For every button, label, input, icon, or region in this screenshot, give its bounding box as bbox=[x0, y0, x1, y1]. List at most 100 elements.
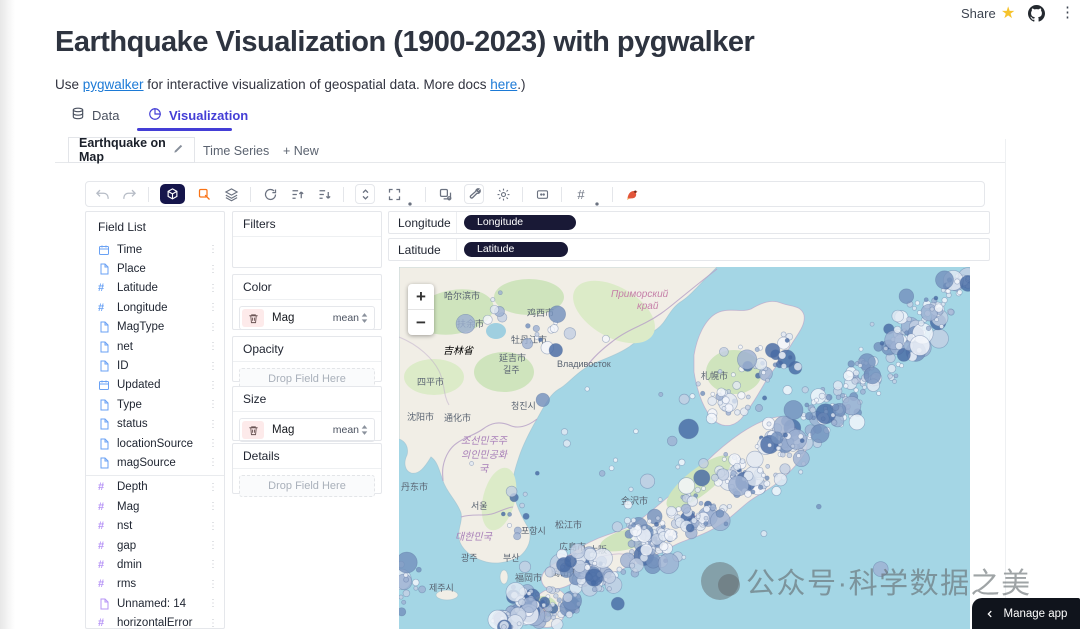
map-point[interactable] bbox=[747, 451, 764, 468]
map-point[interactable] bbox=[757, 467, 763, 473]
map-point[interactable] bbox=[523, 513, 529, 519]
map-point[interactable] bbox=[718, 400, 723, 405]
manage-app-button[interactable]: Manage app bbox=[972, 598, 1080, 629]
map-point[interactable] bbox=[611, 597, 624, 610]
map-point[interactable] bbox=[686, 524, 694, 532]
map-point[interactable] bbox=[696, 382, 700, 386]
map-point[interactable] bbox=[546, 586, 552, 592]
map-point[interactable] bbox=[734, 463, 741, 470]
field-item[interactable]: #dmin⋮ bbox=[86, 555, 224, 574]
map-point[interactable] bbox=[884, 346, 888, 350]
map-point[interactable] bbox=[893, 380, 897, 384]
map-point[interactable] bbox=[711, 474, 718, 481]
map-point[interactable] bbox=[797, 454, 801, 458]
field-item[interactable]: #Mag⋮ bbox=[86, 497, 224, 516]
map-point[interactable] bbox=[699, 501, 703, 505]
map-point[interactable] bbox=[907, 317, 912, 322]
map-point[interactable] bbox=[536, 393, 549, 406]
map-point[interactable] bbox=[802, 387, 808, 393]
field-menu-icon[interactable]: ⋮ bbox=[208, 341, 218, 352]
undo-icon[interactable] bbox=[94, 186, 110, 202]
map-point[interactable] bbox=[613, 458, 617, 462]
map-point[interactable] bbox=[832, 404, 839, 411]
map-point[interactable] bbox=[658, 498, 662, 502]
selection-mode-icon[interactable] bbox=[196, 186, 212, 202]
map-point[interactable] bbox=[699, 459, 709, 469]
map-point[interactable] bbox=[706, 413, 717, 424]
map-point[interactable] bbox=[682, 555, 686, 559]
map-point[interactable] bbox=[864, 367, 881, 384]
map-point[interactable] bbox=[746, 395, 750, 399]
map-point[interactable] bbox=[687, 496, 697, 506]
field-menu-icon[interactable]: ⋮ bbox=[208, 438, 218, 449]
map-point[interactable] bbox=[892, 310, 904, 322]
field-item[interactable]: Type⋮ bbox=[86, 395, 224, 414]
map-point[interactable] bbox=[918, 320, 924, 326]
map-point[interactable] bbox=[533, 325, 539, 331]
map-point[interactable] bbox=[762, 371, 766, 375]
map-point[interactable] bbox=[870, 322, 874, 326]
map-point[interactable] bbox=[751, 490, 755, 494]
map-point[interactable] bbox=[704, 522, 708, 526]
field-item[interactable]: Updated⋮ bbox=[86, 376, 224, 395]
map-point[interactable] bbox=[667, 436, 677, 446]
map-point[interactable] bbox=[724, 452, 728, 456]
map-point[interactable] bbox=[585, 565, 591, 571]
map-point[interactable] bbox=[783, 386, 792, 395]
map-point[interactable] bbox=[785, 338, 789, 342]
map-point[interactable] bbox=[758, 485, 763, 490]
map-point[interactable] bbox=[399, 608, 406, 616]
map-point[interactable] bbox=[414, 586, 418, 590]
map-point[interactable] bbox=[761, 531, 767, 537]
map-point[interactable] bbox=[399, 552, 417, 573]
github-icon[interactable] bbox=[1028, 5, 1045, 22]
map-point[interactable] bbox=[717, 388, 726, 397]
map-point[interactable] bbox=[888, 365, 896, 373]
map-point[interactable] bbox=[690, 394, 695, 399]
map-point[interactable] bbox=[788, 355, 792, 359]
size-field-pill[interactable]: Mag mean bbox=[239, 418, 375, 442]
map-point[interactable] bbox=[678, 478, 694, 494]
layers-icon[interactable] bbox=[223, 186, 239, 202]
map-point[interactable] bbox=[599, 471, 605, 477]
map-point[interactable] bbox=[628, 525, 632, 529]
field-item[interactable]: #gap⋮ bbox=[86, 536, 224, 555]
pygwalker-link[interactable]: pygwalker bbox=[83, 77, 144, 92]
map-point[interactable] bbox=[783, 433, 788, 438]
subtab-earthquake-on-map[interactable]: Earthquake on Map bbox=[68, 137, 195, 163]
map-point[interactable] bbox=[602, 335, 609, 342]
map-point[interactable] bbox=[779, 352, 786, 359]
map-point[interactable] bbox=[900, 364, 904, 368]
map-point[interactable] bbox=[585, 387, 589, 391]
field-menu-icon[interactable]: ⋮ bbox=[208, 521, 218, 532]
field-menu-icon[interactable]: ⋮ bbox=[208, 399, 218, 410]
map-point[interactable] bbox=[691, 518, 697, 524]
map-point[interactable] bbox=[526, 324, 531, 329]
star-icon[interactable]: ★ bbox=[1001, 3, 1015, 23]
map-point[interactable] bbox=[936, 271, 954, 289]
map-point[interactable] bbox=[573, 593, 577, 597]
map-point[interactable] bbox=[555, 588, 559, 592]
map-point[interactable] bbox=[545, 567, 555, 577]
map-point[interactable] bbox=[841, 394, 845, 398]
map-point[interactable] bbox=[399, 595, 403, 599]
field-menu-icon[interactable]: ⋮ bbox=[208, 598, 218, 609]
zoom-out-button[interactable]: − bbox=[408, 310, 434, 335]
map-point[interactable] bbox=[498, 291, 502, 295]
color-aggregation-select[interactable]: mean bbox=[333, 312, 372, 324]
map-point[interactable] bbox=[877, 391, 881, 395]
map-point[interactable] bbox=[539, 338, 543, 342]
field-menu-icon[interactable]: ⋮ bbox=[208, 264, 218, 275]
map-point[interactable] bbox=[585, 569, 602, 586]
map-point[interactable] bbox=[912, 306, 916, 310]
map-point[interactable] bbox=[799, 470, 803, 474]
map-point[interactable] bbox=[798, 434, 803, 439]
map-point[interactable] bbox=[717, 469, 729, 481]
map-point[interactable] bbox=[561, 429, 567, 435]
map-point[interactable] bbox=[490, 305, 499, 314]
field-menu-icon[interactable]: ⋮ bbox=[208, 380, 218, 391]
map-point[interactable] bbox=[517, 622, 521, 626]
map-point[interactable] bbox=[858, 364, 862, 368]
map-point[interactable] bbox=[731, 471, 737, 477]
map-point[interactable] bbox=[640, 474, 654, 488]
